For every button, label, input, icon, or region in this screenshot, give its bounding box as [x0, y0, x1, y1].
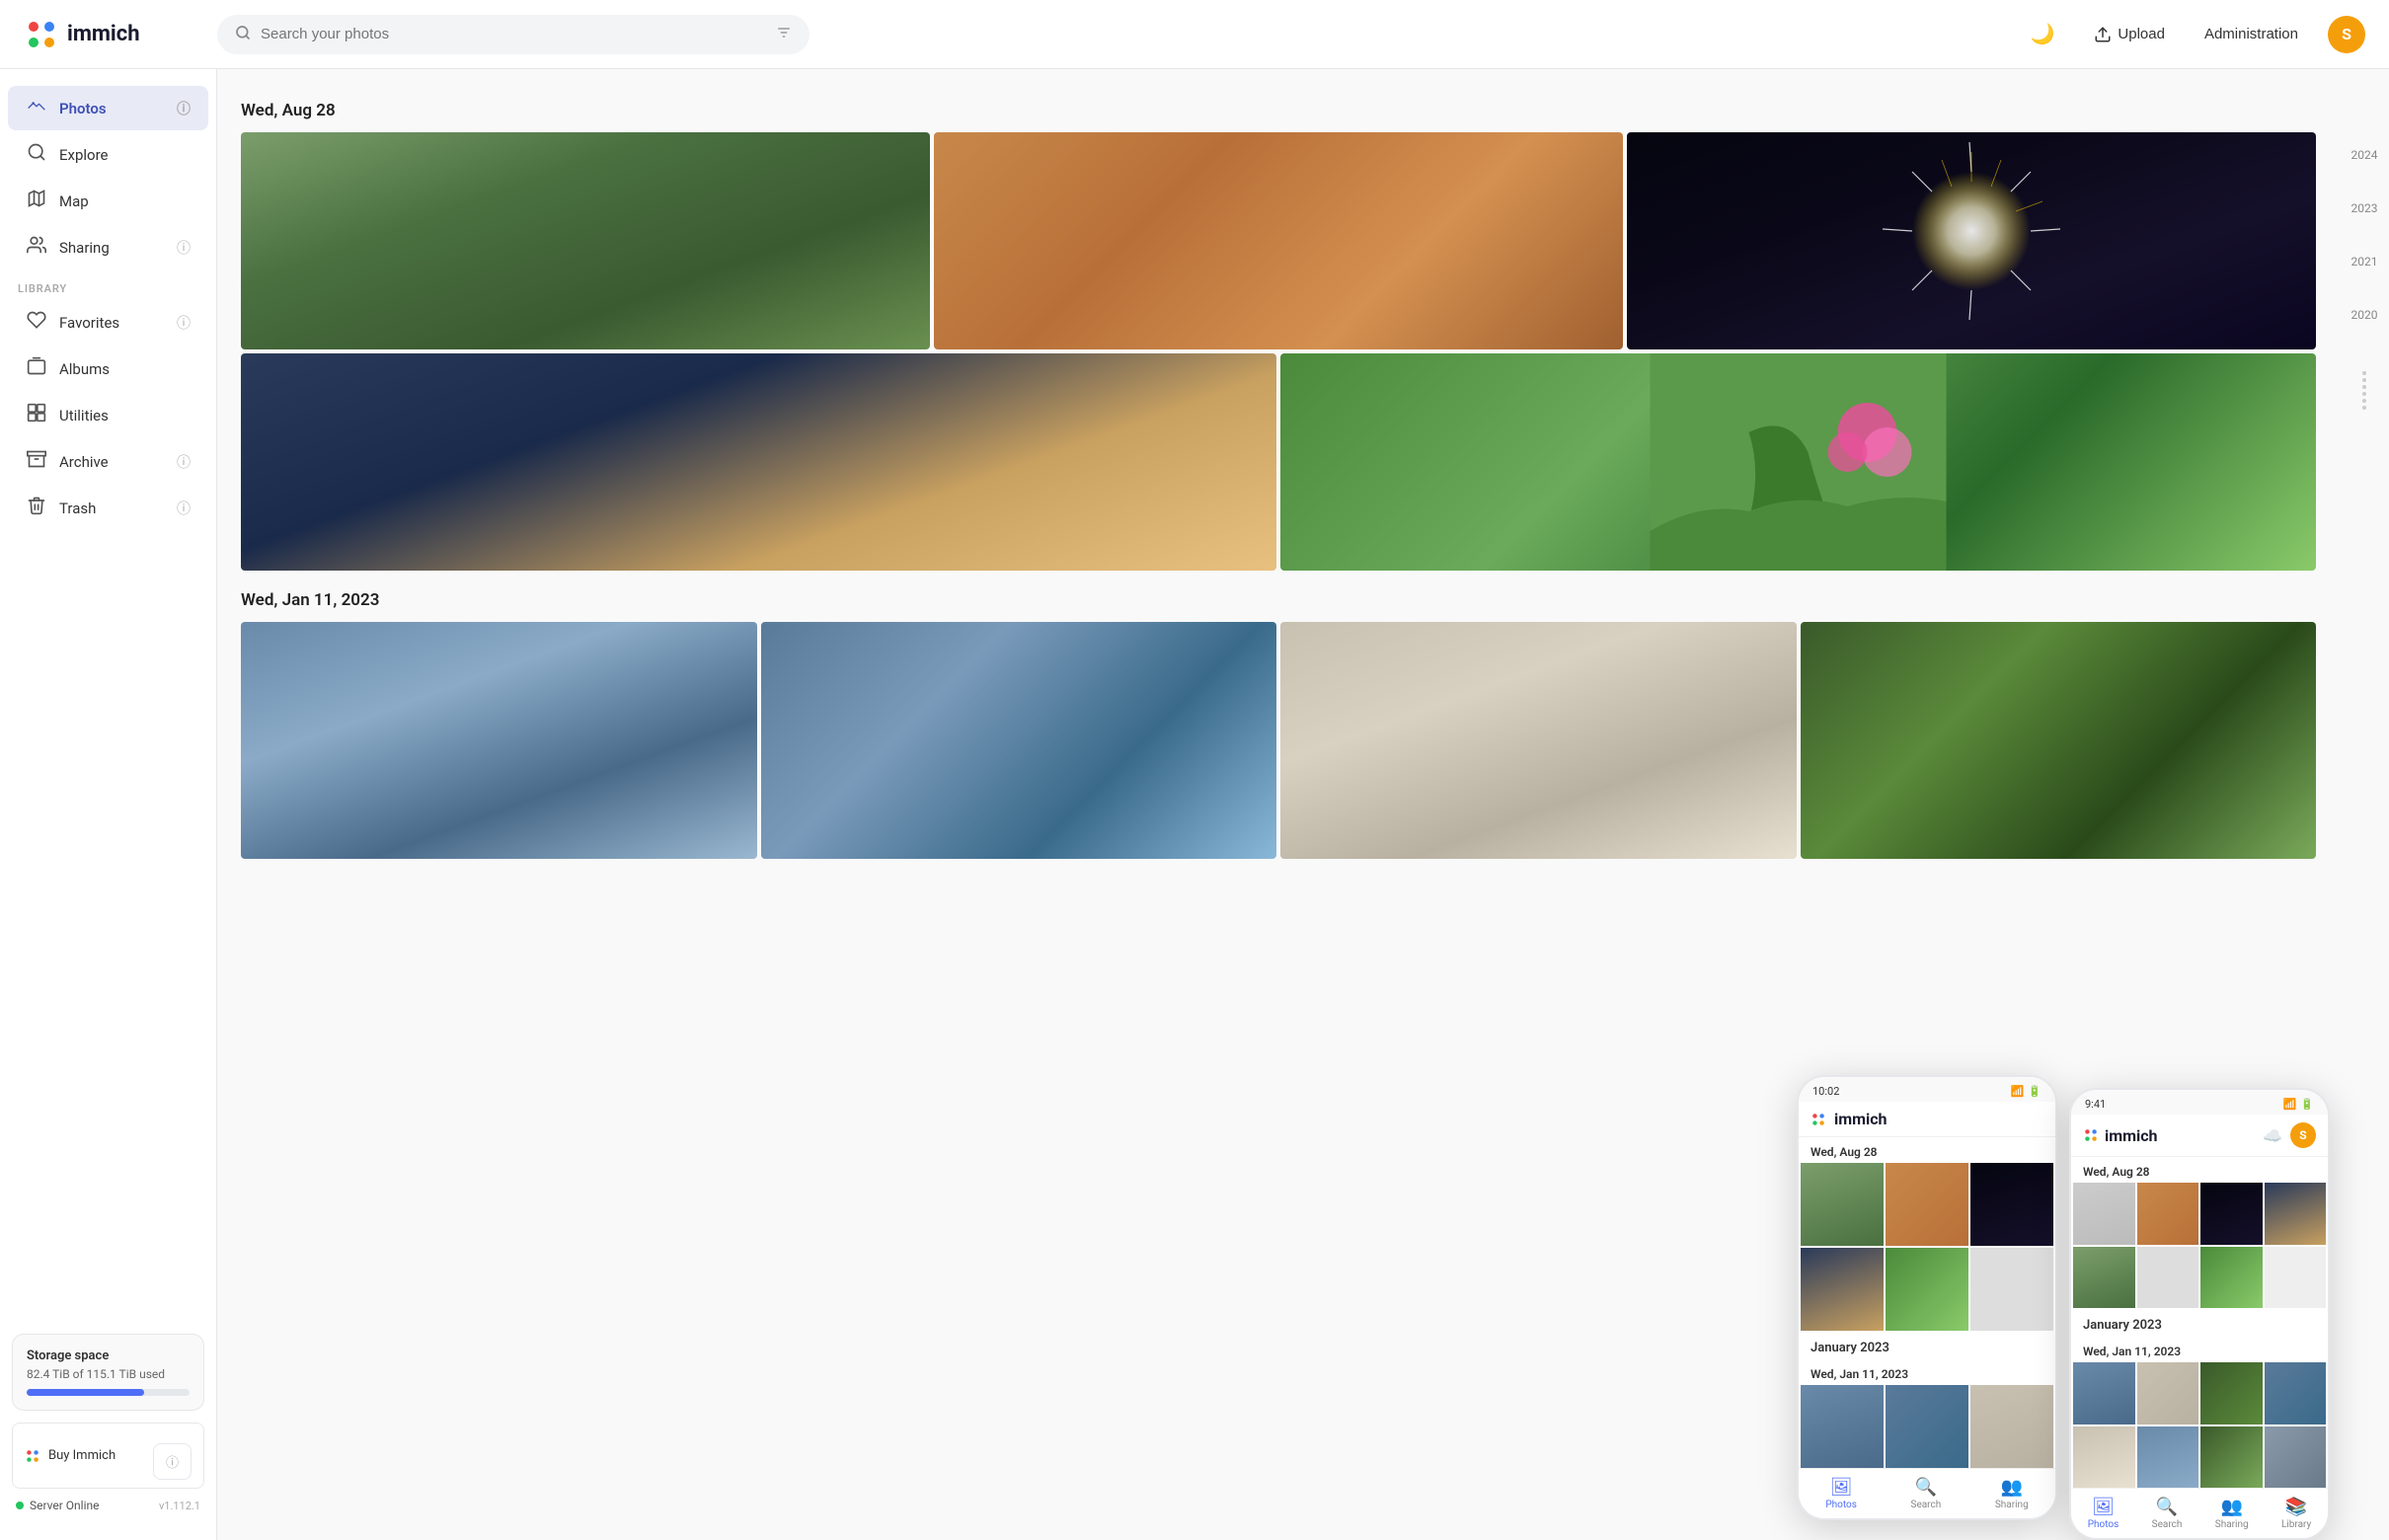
storage-card: Storage space 82.4 TiB of 115.1 TiB used — [12, 1334, 204, 1411]
sidebar-item-archive[interactable]: Archive ⓘ — [8, 439, 208, 484]
filter-icon[interactable] — [776, 25, 792, 44]
sidebar-item-explore[interactable]: Explore — [8, 132, 208, 177]
photo-hands[interactable] — [241, 353, 1276, 571]
search-icon — [235, 25, 251, 44]
sharing-icon — [26, 235, 47, 260]
buy-immich-button[interactable]: Buy Immich ⓘ — [12, 1423, 204, 1489]
date-label-aug28: Wed, Aug 28 — [241, 101, 2316, 120]
archive-label: Archive — [59, 453, 165, 471]
upload-button[interactable]: Upload — [2084, 20, 2175, 49]
sidebar-item-sharing[interactable]: Sharing ⓘ — [8, 225, 208, 270]
photo-castle[interactable] — [241, 622, 757, 859]
explore-label: Explore — [59, 146, 191, 164]
archive-icon — [26, 449, 47, 474]
trash-icon — [26, 496, 47, 520]
photo-dinner[interactable] — [934, 132, 1623, 349]
storage-desc: 82.4 TiB of 115.1 TiB used — [27, 1367, 190, 1381]
timeline-scrubber: 2024 2023 2021 2020 — [2340, 69, 2389, 1540]
year-2021[interactable]: 2021 — [2351, 255, 2378, 269]
admin-label: Administration — [2204, 26, 2298, 42]
favorites-label: Favorites — [59, 314, 165, 332]
storage-title: Storage space — [27, 1348, 190, 1363]
sidebar-item-utilities[interactable]: Utilities — [8, 393, 208, 437]
logo-area: immich — [24, 17, 201, 52]
year-2023[interactable]: 2023 — [2351, 201, 2378, 215]
sidebar-bottom: Storage space 82.4 TiB of 115.1 TiB used… — [0, 1322, 216, 1524]
header: immich 🌙 Upload Administration S — [0, 0, 2389, 69]
photo-coast[interactable] — [761, 622, 1277, 859]
moon-icon: 🌙 — [2031, 22, 2055, 46]
logo-text: immich — [67, 22, 140, 46]
timeline-dots — [2362, 371, 2366, 410]
content-area: Wed, Aug 28 — [217, 69, 2389, 1540]
sidebar-item-photos[interactable]: Photos ⓘ — [8, 86, 208, 130]
trash-info-icon[interactable]: ⓘ — [177, 499, 191, 518]
utilities-icon — [26, 403, 47, 427]
search-input[interactable] — [261, 26, 766, 42]
header-right: 🌙 Upload Administration S — [2021, 16, 2366, 53]
favorites-info-icon[interactable]: ⓘ — [177, 313, 191, 333]
status-dot — [16, 1502, 24, 1509]
explore-icon — [26, 142, 47, 167]
main-layout: Photos ⓘ Explore Map Sharing ⓘ LIBRARY — [0, 69, 2389, 1540]
albums-icon — [26, 356, 47, 381]
version-text: v1.112.1 — [159, 1500, 200, 1512]
sharing-info-icon[interactable]: ⓘ — [177, 238, 191, 258]
storage-bar-bg — [27, 1389, 190, 1396]
search-bar[interactable] — [217, 15, 809, 54]
photo-fireworks[interactable] — [1627, 132, 2316, 349]
photo-monkey[interactable] — [241, 132, 930, 349]
archive-info-icon[interactable]: ⓘ — [177, 452, 191, 472]
favorites-icon — [26, 310, 47, 335]
map-icon — [26, 189, 47, 213]
photos-info-icon[interactable]: ⓘ — [177, 99, 191, 118]
server-status: Server Online v1.112.1 — [12, 1499, 204, 1512]
date-label-jan2023: Wed, Jan 11, 2023 — [241, 590, 2316, 610]
map-label: Map — [59, 192, 191, 210]
buy-info-icon[interactable]: ⓘ — [153, 1443, 192, 1480]
photos-label: Photos — [59, 100, 165, 117]
admin-button[interactable]: Administration — [2195, 20, 2308, 48]
albums-label: Albums — [59, 360, 191, 378]
sidebar-item-trash[interactable]: Trash ⓘ — [8, 486, 208, 530]
storage-bar-fill — [27, 1389, 144, 1396]
trash-label: Trash — [59, 500, 165, 517]
year-2024[interactable]: 2024 — [2351, 148, 2378, 162]
photos-icon — [26, 96, 47, 120]
photo-garden[interactable] — [1280, 353, 2316, 571]
sidebar-item-favorites[interactable]: Favorites ⓘ — [8, 300, 208, 345]
sidebar-item-albums[interactable]: Albums — [8, 346, 208, 391]
avatar[interactable]: S — [2328, 16, 2365, 53]
buy-immich-label: Buy Immich — [48, 1448, 116, 1463]
photo-grapes[interactable] — [1801, 622, 2317, 859]
year-2020[interactable]: 2020 — [2351, 308, 2378, 322]
sidebar: Photos ⓘ Explore Map Sharing ⓘ LIBRARY — [0, 69, 217, 1540]
server-status-text: Server Online — [30, 1499, 100, 1512]
sidebar-item-map[interactable]: Map — [8, 179, 208, 223]
photo-grid-container[interactable]: Wed, Aug 28 — [217, 69, 2340, 1540]
photo-bust[interactable] — [1280, 622, 1797, 859]
sharing-label: Sharing — [59, 239, 165, 257]
avatar-letter: S — [2342, 25, 2351, 43]
utilities-label: Utilities — [59, 407, 191, 424]
library-section-label: LIBRARY — [0, 270, 216, 299]
dark-mode-button[interactable]: 🌙 — [2021, 16, 2065, 52]
immich-logo-icon — [24, 17, 59, 52]
upload-label: Upload — [2118, 26, 2165, 42]
